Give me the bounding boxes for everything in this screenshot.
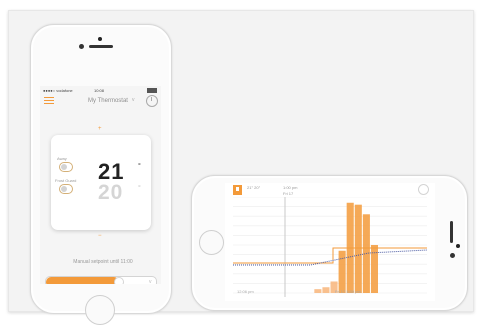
speaker-icon [450, 221, 453, 243]
away-mode-toggle[interactable] [59, 162, 73, 172]
temperature-summary: 21° 20° [247, 185, 261, 190]
landscape-screen: 21° 20° 1:00 pm Fri 17 12:06 pm Fri 17 4… [225, 183, 435, 301]
away-mode-label: Away [57, 156, 67, 161]
home-button[interactable] [85, 295, 115, 325]
setpoint-line [233, 247, 427, 264]
manual-setpoint-label: Manual setpoint until 11:00 [73, 259, 133, 265]
clock-icon[interactable] [418, 184, 429, 195]
carrier-text: ●●●●○ vodafone [43, 88, 73, 93]
chart-end-label: Fri 17 4:00 pm [335, 289, 361, 294]
front-camera-icon [450, 253, 455, 258]
chart-bar [370, 245, 378, 293]
schedule-icon[interactable] [146, 95, 158, 107]
manual-slider-knob[interactable] [113, 277, 124, 284]
thermostat-card: Away Frost Guard 21 ° 20 ° [51, 135, 151, 230]
speaker-icon [89, 45, 113, 48]
decrease-temp-button[interactable]: − [98, 233, 102, 239]
portrait-screen: ●●●●○ vodafone 10:08 My Thermostat v + A… [40, 86, 161, 284]
portrait-phone: ●●●●○ vodafone 10:08 My Thermostat v + A… [30, 24, 172, 325]
device-icon [233, 185, 242, 195]
manual-setpoint-slider[interactable] [45, 276, 157, 284]
manual-slider-arrow-icon[interactable]: v [149, 279, 152, 284]
frost-mode-label: Frost Guard [55, 178, 77, 183]
chart-bar [338, 250, 346, 293]
front-sensor-icon [98, 37, 102, 41]
battery-icon [147, 88, 157, 93]
chart-bar [354, 204, 362, 293]
manual-slider-fill [46, 277, 119, 284]
page-title: My Thermostat [88, 98, 128, 104]
chart-bar [314, 289, 322, 293]
setpoint-temperature: 20 [98, 181, 124, 204]
status-bar: ●●●●○ vodafone 10:08 [40, 86, 161, 94]
landscape-phone: 21° 20° 1:00 pm Fri 17 12:06 pm Fri 17 4… [191, 175, 468, 311]
home-button[interactable] [199, 230, 224, 255]
setpoint-degree-symbol: ° [138, 185, 141, 192]
increase-temp-button[interactable]: + [98, 126, 102, 132]
chart-start-label: 12:06 pm [237, 289, 254, 294]
chevron-down-icon[interactable]: v [132, 97, 135, 103]
status-time: 10:08 [94, 88, 105, 93]
chart-bar [322, 287, 330, 293]
frost-mode-toggle[interactable] [59, 184, 73, 194]
menu-icon[interactable] [44, 97, 54, 105]
current-degree-symbol: ° [138, 163, 141, 170]
temperature-chart [233, 197, 428, 297]
chart-date: Fri 17 [283, 191, 294, 196]
chart-time: 1:00 pm [283, 185, 298, 190]
front-sensor-icon [456, 244, 460, 248]
front-camera-icon [79, 44, 84, 49]
